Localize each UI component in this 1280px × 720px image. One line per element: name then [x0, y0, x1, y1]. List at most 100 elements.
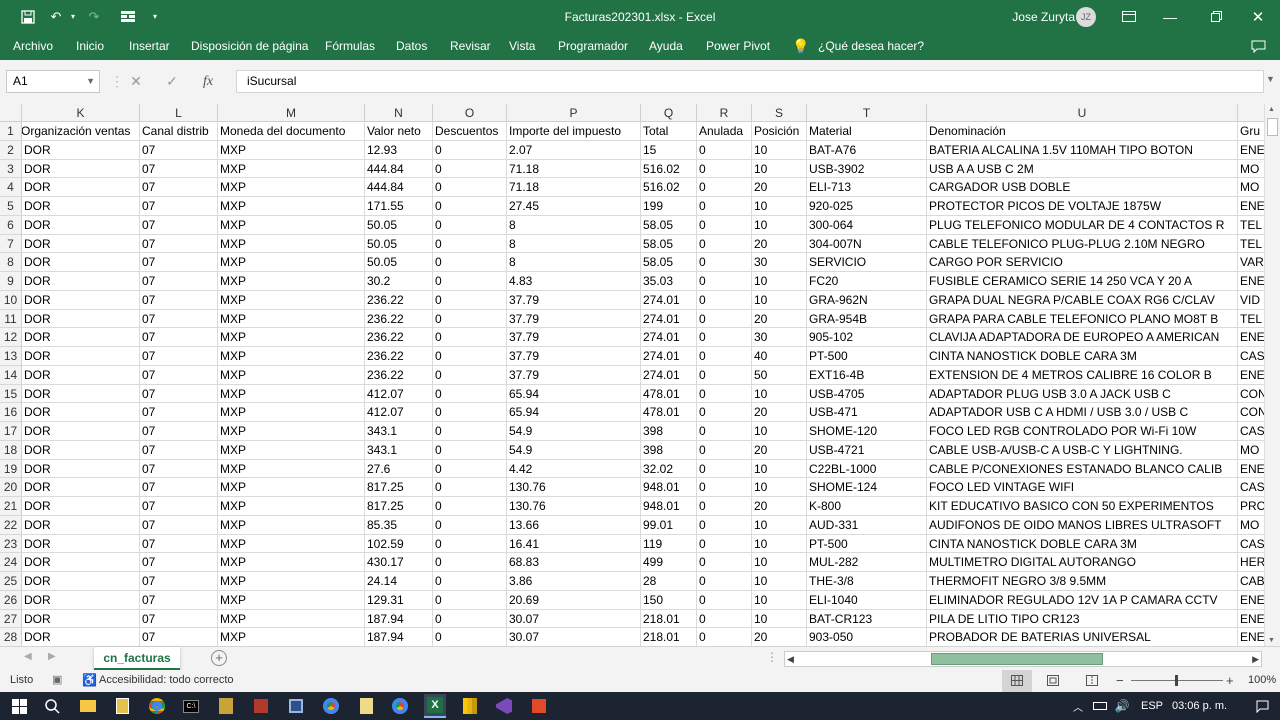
- table-cell[interactable]: 35.03: [641, 272, 697, 291]
- column-header[interactable]: K: [22, 104, 140, 122]
- table-cell[interactable]: 0: [697, 572, 752, 591]
- table-cell[interactable]: 0: [433, 590, 507, 610]
- tab-inicio[interactable]: Inicio: [76, 33, 104, 60]
- table-cell[interactable]: 07: [140, 403, 218, 422]
- table-cell[interactable]: 3.86: [507, 572, 641, 591]
- table-cell[interactable]: CAS: [1238, 347, 1264, 366]
- table-cell[interactable]: 20: [752, 403, 807, 422]
- table-cell[interactable]: MXP: [218, 403, 365, 422]
- table-cell[interactable]: 0: [433, 459, 507, 479]
- table-cell[interactable]: 8: [507, 215, 641, 235]
- redo-icon[interactable]: ↷: [84, 0, 104, 33]
- table-cell[interactable]: 12.93: [365, 140, 433, 160]
- table-cell[interactable]: 0: [697, 384, 752, 404]
- table-cell[interactable]: 430.17: [365, 553, 433, 572]
- table-cell[interactable]: 0: [433, 478, 507, 497]
- cancel-icon[interactable]: ✕: [118, 73, 154, 90]
- add-sheet-icon[interactable]: +: [211, 650, 227, 666]
- table-cell[interactable]: 58.05: [641, 253, 697, 272]
- table-cell[interactable]: FOCO LED VINTAGE WIFI: [927, 478, 1238, 497]
- table-cell[interactable]: MXP: [218, 253, 365, 272]
- table-cell[interactable]: ELI-1040: [807, 590, 927, 610]
- table-cell[interactable]: 71.18: [507, 178, 641, 197]
- table-cell[interactable]: 0: [697, 497, 752, 516]
- table-cell[interactable]: 50: [752, 365, 807, 385]
- scroll-up-icon[interactable]: ▲: [1268, 106, 1275, 113]
- table-cell[interactable]: 199: [641, 197, 697, 216]
- tab-formulas[interactable]: Fórmulas: [325, 33, 375, 60]
- table-cell[interactable]: CARGADOR USB DOBLE: [927, 178, 1238, 197]
- table-cell[interactable]: 0: [433, 440, 507, 460]
- table-cell[interactable]: CABLE USB-A/USB-C A USB-C Y LIGHTNING.: [927, 440, 1238, 460]
- table-cell[interactable]: AUDIFONOS DE OIDO MANOS LIBRES ULTRASOFT: [927, 515, 1238, 535]
- row-header[interactable]: 10: [0, 290, 22, 310]
- table-cell[interactable]: USB A A USB C 2M: [927, 159, 1238, 179]
- table-cell[interactable]: 304-007N: [807, 234, 927, 254]
- table-cell[interactable]: 150: [641, 590, 697, 610]
- table-cell[interactable]: 07: [140, 553, 218, 572]
- table-cell[interactable]: 0: [433, 290, 507, 310]
- table-cell[interactable]: 398: [641, 440, 697, 460]
- table-cell[interactable]: 343.1: [365, 422, 433, 441]
- table-cell[interactable]: DOR: [22, 365, 140, 385]
- table-cell[interactable]: 20: [752, 234, 807, 254]
- horizontal-scrollbar[interactable]: ◀ ▶: [784, 651, 1262, 667]
- column-header[interactable]: [1238, 104, 1264, 122]
- tab-insertar[interactable]: Insertar: [129, 33, 170, 60]
- clock[interactable]: 03:06 p. m.: [1172, 700, 1227, 712]
- table-cell[interactable]: ELIMINADOR REGULADO 12V 1A P CAMARA CCTV: [927, 590, 1238, 610]
- row-header[interactable]: 23: [0, 534, 22, 554]
- row-header[interactable]: 7: [0, 234, 22, 254]
- column-header[interactable]: P: [507, 104, 641, 122]
- table-cell[interactable]: MXP: [218, 515, 365, 535]
- table-cell[interactable]: 236.22: [365, 347, 433, 366]
- visual-studio-icon[interactable]: [494, 696, 514, 716]
- row-header[interactable]: 20: [0, 478, 22, 497]
- table-cell[interactable]: MXP: [218, 328, 365, 347]
- table-cell[interactable]: DOR: [22, 159, 140, 179]
- table-cell[interactable]: 07: [140, 478, 218, 497]
- table-cell[interactable]: 30: [752, 253, 807, 272]
- row-header[interactable]: 21: [0, 497, 22, 516]
- table-cell[interactable]: DOR: [22, 290, 140, 310]
- row-header[interactable]: 9: [0, 272, 22, 291]
- table-cell[interactable]: 0: [433, 365, 507, 385]
- table-cell[interactable]: 15: [641, 140, 697, 160]
- enter-icon[interactable]: ✓: [154, 73, 190, 90]
- table-cell[interactable]: 516.02: [641, 159, 697, 179]
- column-header[interactable]: M: [218, 104, 365, 122]
- table-cell[interactable]: 10: [752, 515, 807, 535]
- table-cell[interactable]: 218.01: [641, 609, 697, 629]
- minimize-icon[interactable]: —: [1160, 0, 1180, 33]
- table-cell[interactable]: 102.59: [365, 534, 433, 554]
- table-cell[interactable]: 0: [433, 534, 507, 554]
- table-cell[interactable]: MXP: [218, 440, 365, 460]
- notifications-icon[interactable]: [1252, 696, 1272, 716]
- table-cell[interactable]: 37.79: [507, 309, 641, 329]
- search-icon[interactable]: [42, 696, 62, 716]
- table-cell[interactable]: ENE: [1238, 591, 1264, 610]
- zoom-slider-handle[interactable]: [1175, 675, 1178, 686]
- table-cell[interactable]: MXP: [218, 590, 365, 610]
- table-cell[interactable]: DOR: [22, 609, 140, 629]
- table-cell[interactable]: 0: [433, 328, 507, 347]
- row-header[interactable]: 16: [0, 403, 22, 422]
- table-cell[interactable]: 412.07: [365, 403, 433, 422]
- table-cell[interactable]: 0: [697, 609, 752, 629]
- table-cell[interactable]: 0: [433, 272, 507, 291]
- table-cell[interactable]: FUSIBLE CERAMICO SERIE 14 250 VCA Y 20 A: [927, 272, 1238, 291]
- tab-ayuda[interactable]: Ayuda: [649, 33, 683, 60]
- table-cell[interactable]: 37.79: [507, 347, 641, 366]
- table-cell[interactable]: 50.05: [365, 253, 433, 272]
- table-cell[interactable]: 516.02: [641, 178, 697, 197]
- table-cell[interactable]: MXP: [218, 497, 365, 516]
- table-cell[interactable]: MXP: [218, 178, 365, 197]
- table-cell[interactable]: MXP: [218, 215, 365, 235]
- table-cell[interactable]: 0: [433, 159, 507, 179]
- table-cell[interactable]: 187.94: [365, 628, 433, 646]
- table-cell[interactable]: 119: [641, 534, 697, 554]
- column-title-cell[interactable]: Gru: [1238, 122, 1264, 141]
- table-cell[interactable]: 30.07: [507, 609, 641, 629]
- column-header[interactable]: O: [433, 104, 507, 122]
- table-cell[interactable]: 07: [140, 197, 218, 216]
